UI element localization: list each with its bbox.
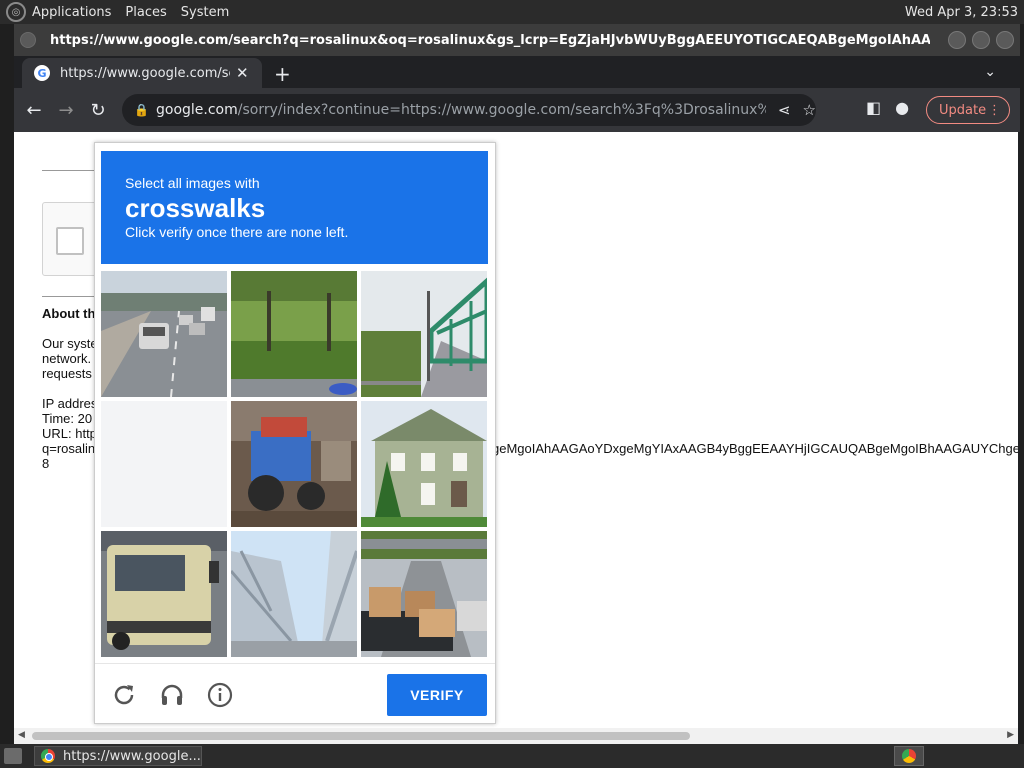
taskbar-window-label: https://www.google...	[63, 748, 201, 764]
captcha-footer: VERIFY	[95, 663, 495, 723]
window-title-bar[interactable]: https://www.google.com/search?q=rosalinu…	[14, 24, 1020, 56]
window-menu-icon[interactable]	[20, 32, 36, 48]
info-line: 8	[42, 456, 50, 471]
captcha-tile[interactable]	[231, 531, 357, 657]
new-tab-button[interactable]: +	[274, 62, 291, 86]
distro-logo-icon[interactable]: ◎	[6, 2, 26, 22]
tab-title: https://www.google.com/search	[60, 65, 230, 81]
browser-toolbar: ← → ↻ 🔒 google.com /sorry/index?continue…	[14, 88, 1020, 132]
tab-search-chevron-icon[interactable]: ⌄	[984, 64, 996, 80]
captcha-challenge: Select all images with crosswalks Click …	[94, 142, 496, 724]
address-bar[interactable]: 🔒 google.com /sorry/index?continue=https…	[122, 94, 816, 126]
info-icon[interactable]	[207, 682, 233, 708]
tab-close-icon[interactable]: ✕	[236, 64, 249, 82]
scroll-left-arrow-icon[interactable]: ◀	[18, 730, 25, 740]
workspace-switcher[interactable]	[894, 746, 924, 766]
para-line: Our syste	[42, 336, 98, 351]
tab-active[interactable]: G https://www.google.com/search ✕	[22, 58, 262, 88]
scroll-right-arrow-icon[interactable]: ▶	[1007, 730, 1014, 740]
about-heading: About th	[42, 306, 96, 321]
page-content: About th Our syste network. requests IP …	[14, 132, 1018, 728]
show-desktop-icon[interactable]	[4, 748, 22, 764]
menu-system[interactable]: System	[181, 5, 229, 20]
url-host: google.com	[156, 102, 238, 118]
scrollbar-thumb[interactable]	[32, 732, 690, 740]
captcha-tile[interactable]	[101, 271, 227, 397]
chrome-icon	[41, 749, 55, 763]
captcha-tile[interactable]	[231, 401, 357, 527]
captcha-tile[interactable]	[101, 401, 227, 527]
url-overflow-text: geMgoIAhAAGAoYDxgeMgYIAxAAGB4yBggEEAAYHj…	[492, 441, 1018, 456]
browser-window: https://www.google.com/search?q=rosalinu…	[14, 24, 1020, 744]
top-panel: ◎ Applications Places System Wed Apr 3, …	[0, 0, 1024, 24]
captcha-tile[interactable]	[231, 271, 357, 397]
horizontal-scrollbar[interactable]: ◀ ▶	[14, 728, 1018, 744]
minimize-button[interactable]	[948, 31, 966, 49]
captcha-header: Select all images with crosswalks Click …	[101, 151, 488, 264]
captcha-tile[interactable]	[361, 531, 487, 657]
maximize-button[interactable]	[972, 31, 990, 49]
forward-button[interactable]: →	[54, 100, 78, 121]
captcha-target: crosswalks	[125, 193, 266, 223]
taskbar: https://www.google...	[0, 744, 1024, 768]
back-button[interactable]: ←	[22, 100, 46, 121]
recaptcha-checkbox[interactable]	[56, 227, 84, 255]
bookmark-star-icon[interactable]: ☆	[803, 101, 816, 119]
chrome-icon	[902, 749, 916, 763]
info-line: IP addres	[42, 396, 98, 411]
clock[interactable]: Wed Apr 3, 23:53	[905, 5, 1018, 20]
taskbar-window-button[interactable]: https://www.google...	[34, 746, 202, 766]
close-window-button[interactable]	[996, 31, 1014, 49]
menu-applications[interactable]: Applications	[32, 5, 111, 20]
menu-places[interactable]: Places	[125, 5, 166, 20]
update-button[interactable]: Update ⋮	[926, 96, 1010, 124]
share-icon[interactable]: ⋖	[778, 101, 791, 119]
recaptcha-anchor	[42, 202, 102, 276]
captcha-instruction-bottom: Click verify once there are none left.	[125, 224, 349, 240]
divider	[42, 296, 98, 297]
update-label: Update	[939, 102, 987, 118]
audio-challenge-icon[interactable]	[159, 682, 185, 708]
captcha-instruction-top: Select all images with	[125, 175, 260, 191]
captcha-tile[interactable]	[361, 401, 487, 527]
url-path: /sorry/index?continue=https://www.google…	[237, 102, 766, 118]
profile-icon[interactable]: ●	[895, 98, 909, 117]
para-line: requests	[42, 366, 92, 381]
window-title: https://www.google.com/search?q=rosalinu…	[50, 32, 930, 48]
captcha-tile[interactable]	[101, 531, 227, 657]
kebab-menu-icon[interactable]: ⋮	[988, 103, 1001, 118]
info-line: Time: 20	[42, 411, 93, 426]
captcha-tile[interactable]	[361, 271, 487, 397]
para-line: network.	[42, 351, 92, 366]
info-line: URL: http	[42, 426, 97, 441]
verify-button[interactable]: VERIFY	[387, 674, 487, 716]
reload-button[interactable]: ↻	[86, 100, 110, 121]
side-panel-icon[interactable]: ◧	[866, 98, 881, 117]
google-favicon-icon: G	[34, 65, 50, 81]
info-line: q=rosalin	[42, 441, 96, 456]
captcha-grid	[101, 271, 488, 658]
tab-strip: G https://www.google.com/search ✕ + ⌄	[14, 56, 1020, 88]
reload-challenge-icon[interactable]	[111, 682, 137, 708]
divider	[42, 170, 98, 171]
lock-icon[interactable]: 🔒	[134, 103, 149, 117]
